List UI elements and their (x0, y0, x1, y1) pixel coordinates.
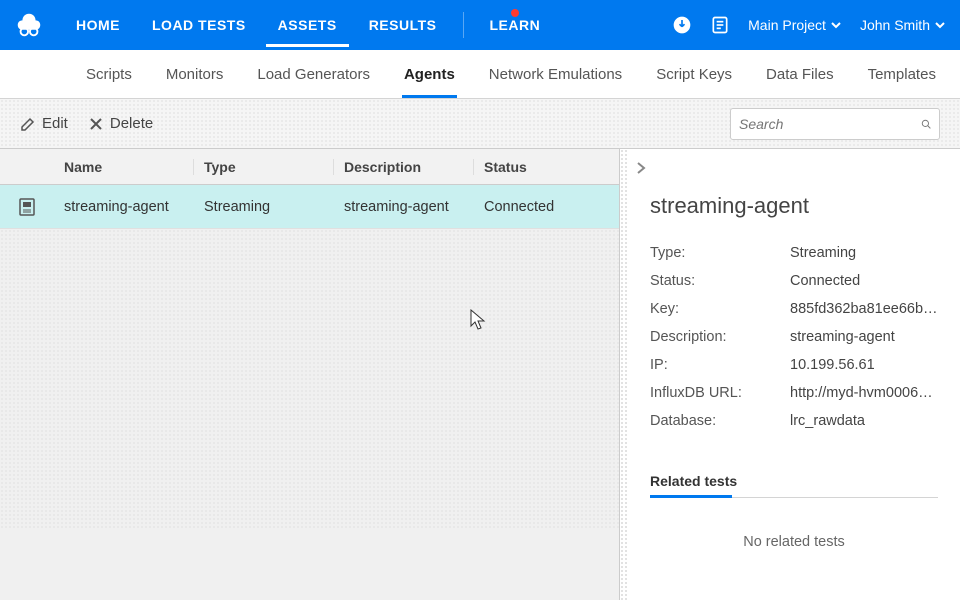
detail-label: Description: (650, 329, 790, 345)
detail-title: streaming-agent (650, 193, 938, 219)
search-icon (921, 116, 931, 132)
pencil-icon (20, 116, 36, 132)
delete-label: Delete (110, 115, 153, 132)
detail-value: 885fd362ba81ee66b… (790, 301, 938, 317)
top-nav: HOME LOAD TESTS ASSETS RESULTS LEARN Mai… (0, 0, 960, 50)
chevron-down-icon (934, 19, 946, 31)
close-icon (88, 116, 104, 132)
top-nav-items: HOME LOAD TESTS ASSETS RESULTS LEARN (64, 3, 664, 47)
chevron-down-icon (830, 19, 842, 31)
detail-label: Database: (650, 413, 790, 429)
nav-assets[interactable]: ASSETS (266, 3, 349, 47)
no-related-tests: No related tests (650, 498, 938, 586)
detail-value: 10.199.56.61 (790, 357, 938, 373)
th-description[interactable]: Description (334, 159, 474, 175)
detail-label: Key: (650, 301, 790, 317)
detail-label: InfluxDB URL: (650, 385, 790, 401)
detail-row: Key:885fd362ba81ee66b… (650, 295, 938, 323)
project-name: Main Project (748, 17, 826, 33)
subnav-data-files[interactable]: Data Files (750, 51, 850, 97)
download-icon[interactable] (672, 15, 692, 35)
nav-load-tests[interactable]: LOAD TESTS (140, 3, 258, 47)
detail-value: lrc_rawdata (790, 413, 938, 429)
detail-row: IP:10.199.56.61 (650, 351, 938, 379)
detail-row: Description:streaming-agent (650, 323, 938, 351)
chevron-right-icon[interactable] (634, 161, 648, 175)
sub-nav: Scripts Monitors Load Generators Agents … (0, 50, 960, 99)
main-area: Name Type Description Status streaming-a… (0, 149, 960, 600)
user-menu[interactable]: John Smith (860, 17, 946, 33)
row-type: Streaming (194, 199, 334, 215)
detail-value: streaming-agent (790, 329, 938, 345)
cursor-icon (470, 309, 488, 331)
subnav-script-keys[interactable]: Script Keys (640, 51, 748, 97)
nav-learn[interactable]: LEARN (478, 3, 553, 47)
project-selector[interactable]: Main Project (748, 17, 842, 33)
row-icon-cell (0, 197, 54, 217)
notification-dot-icon (511, 9, 519, 17)
edit-button[interactable]: Edit (20, 115, 68, 132)
subnav-scripts[interactable]: Scripts (70, 51, 148, 97)
nav-results[interactable]: RESULTS (357, 3, 449, 47)
row-status: Connected (474, 199, 619, 215)
edit-label: Edit (42, 115, 68, 132)
search-box[interactable] (730, 108, 940, 140)
th-name[interactable]: Name (54, 159, 194, 175)
table-empty-area (0, 229, 619, 529)
detail-row: Database:lrc_rawdata (650, 407, 938, 435)
detail-row: Type:Streaming (650, 239, 938, 267)
detail-value: Streaming (790, 245, 938, 261)
detail-fields: Type:StreamingStatus:ConnectedKey:885fd3… (650, 239, 938, 435)
th-type[interactable]: Type (194, 159, 334, 175)
table-row[interactable]: streaming-agent Streaming streaming-agen… (0, 185, 619, 229)
nav-learn-label: LEARN (490, 17, 541, 33)
row-name: streaming-agent (54, 199, 194, 215)
subnav-network-emulations[interactable]: Network Emulations (473, 51, 638, 97)
row-description: streaming-agent (334, 199, 474, 215)
search-input[interactable] (739, 116, 921, 132)
subnav-load-generators[interactable]: Load Generators (241, 51, 386, 97)
detail-label: IP: (650, 357, 790, 373)
detail-label: Status: (650, 273, 790, 289)
detail-row: Status:Connected (650, 267, 938, 295)
nav-home[interactable]: HOME (64, 3, 132, 47)
agent-icon (17, 197, 37, 217)
detail-value: Connected (790, 273, 938, 289)
agents-table: Name Type Description Status streaming-a… (0, 149, 620, 600)
detail-value: http://myd-hvm00063… (790, 385, 938, 401)
delete-button[interactable]: Delete (88, 115, 153, 132)
subnav-agents[interactable]: Agents (388, 51, 471, 97)
th-status[interactable]: Status (474, 159, 619, 175)
toolbar: Edit Delete (0, 99, 960, 149)
detail-panel: streaming-agent Type:StreamingStatus:Con… (620, 149, 960, 600)
detail-label: Type: (650, 245, 790, 261)
user-name: John Smith (860, 17, 930, 33)
app-logo-icon (14, 10, 44, 40)
help-icon[interactable] (710, 15, 730, 35)
related-tests-header: Related tests (650, 473, 938, 498)
table-header: Name Type Description Status (0, 149, 619, 185)
nav-divider (463, 12, 464, 38)
detail-row: InfluxDB URL:http://myd-hvm00063… (650, 379, 938, 407)
top-nav-right: Main Project John Smith (672, 15, 946, 35)
subnav-monitors[interactable]: Monitors (150, 51, 240, 97)
subnav-templates[interactable]: Templates (852, 51, 952, 97)
